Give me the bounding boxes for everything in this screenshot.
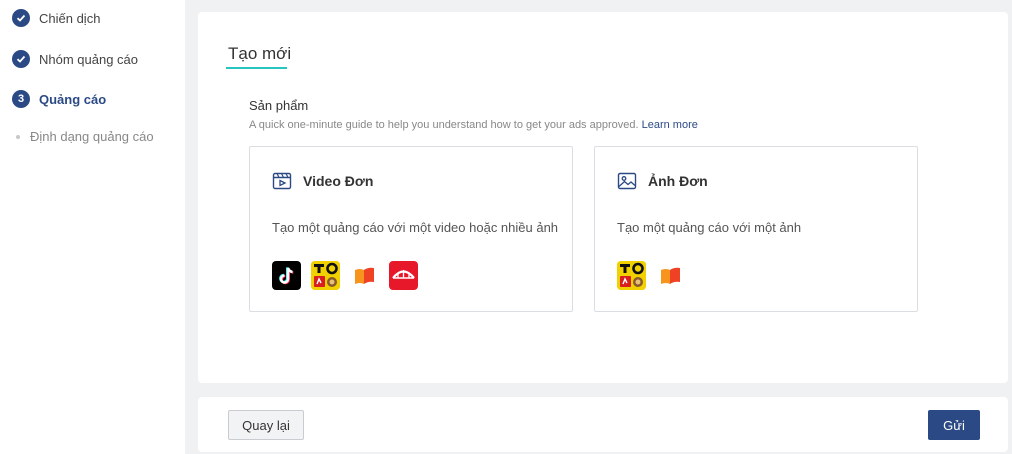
placement-apps	[617, 261, 695, 290]
back-button[interactable]: Quay lại	[228, 410, 304, 440]
create-ad-card: Tạo mới Sản phẩm A quick one-minute guid…	[198, 12, 1008, 383]
submit-button[interactable]: Gửi	[928, 410, 980, 440]
section-hint: A quick one-minute guide to help you und…	[249, 119, 698, 131]
learn-more-link[interactable]: Learn more	[642, 119, 698, 131]
check-icon	[12, 9, 30, 27]
hint-text: A quick one-minute guide to help you und…	[249, 119, 639, 131]
option-title: Video Đơn	[303, 173, 374, 189]
step-campaign[interactable]: Chiến dịch	[12, 8, 100, 28]
step-adgroup[interactable]: Nhóm quảng cáo	[12, 49, 138, 69]
topbuzz-icon	[617, 261, 646, 290]
placement-apps	[272, 261, 428, 290]
topbuzz-icon	[311, 261, 340, 290]
pangle-icon	[389, 261, 418, 290]
step-adgroup-label: Nhóm quảng cáo	[39, 51, 139, 67]
step-ad-label: Quảng cáo	[39, 91, 107, 107]
babe-icon	[656, 261, 685, 290]
substep-ad-format[interactable]: Định dạng quảng cáo	[16, 129, 154, 144]
option-single-image[interactable]: Ảnh Đơn Tạo một quảng cáo với một ảnh	[594, 146, 918, 312]
image-icon	[617, 171, 637, 191]
step-number-badge: 3	[12, 90, 30, 108]
step-ad[interactable]: 3 Quảng cáo	[12, 89, 106, 109]
section-label: Sản phẩm	[249, 98, 309, 113]
option-title: Ảnh Đơn	[648, 173, 708, 189]
option-single-video[interactable]: Video Đơn Tạo một quảng cáo với một vide…	[249, 146, 573, 312]
step-campaign-label: Chiến dịch	[39, 10, 101, 26]
video-icon	[272, 171, 292, 191]
babe-icon	[350, 261, 379, 290]
title-underline	[226, 67, 287, 69]
page-title: Tạo mới	[228, 44, 292, 63]
bullet-dot	[16, 134, 20, 139]
option-description: Tạo một quảng cáo với một video hoặc nhi…	[272, 220, 559, 235]
substep-label: Định dạng quảng cáo	[30, 129, 154, 144]
sidebar: Chiến dịch Nhóm quảng cáo 3 Quảng cáo Đị…	[0, 0, 185, 454]
check-icon	[12, 50, 30, 68]
footer-bar: Quay lại Gửi	[198, 397, 1008, 452]
tiktok-icon	[272, 261, 301, 290]
option-description: Tạo một quảng cáo với một ảnh	[617, 220, 802, 235]
